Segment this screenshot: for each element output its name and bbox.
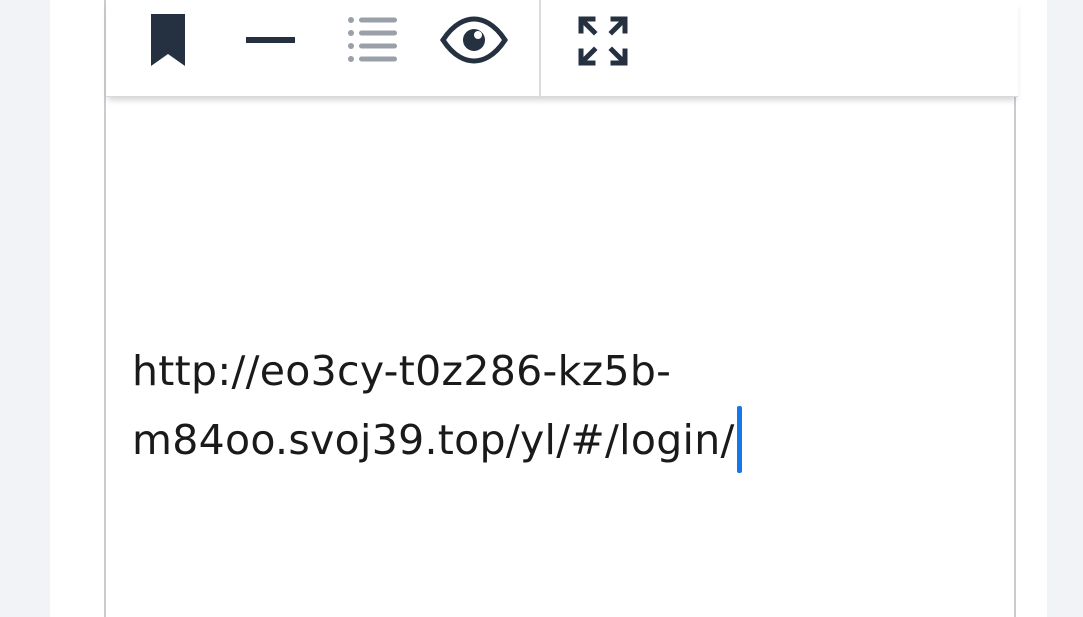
list-button[interactable] [347,16,399,64]
bookmark-button[interactable] [148,12,188,68]
editor-line-with-caret: m84oo.svoj39.top/yl/#/login/ [132,406,972,475]
editor-line: m84oo.svoj39.top/yl/#/login/ [132,416,735,464]
page-background: http://eo3cy-t0z286-kz5b- m84oo.svoj39.t… [50,0,1047,617]
eye-icon [440,16,508,64]
horizontal-rule-icon [246,37,295,43]
markdown-editor[interactable]: http://eo3cy-t0z286-kz5b- m84oo.svoj39.t… [104,0,1018,617]
fullscreen-icon [578,16,628,66]
horizontal-rule-button[interactable] [246,34,296,46]
bookmark-icon [151,14,185,66]
fullscreen-button[interactable] [578,16,628,66]
editor-line: http://eo3cy-t0z286-kz5b- [132,347,672,395]
editor-text[interactable]: http://eo3cy-t0z286-kz5b- m84oo.svoj39.t… [132,337,972,475]
text-caret [736,406,742,473]
preview-button[interactable] [440,16,508,64]
toolbar-divider [539,0,541,97]
editor-toolbar [106,0,1018,97]
list-icon [348,17,397,62]
